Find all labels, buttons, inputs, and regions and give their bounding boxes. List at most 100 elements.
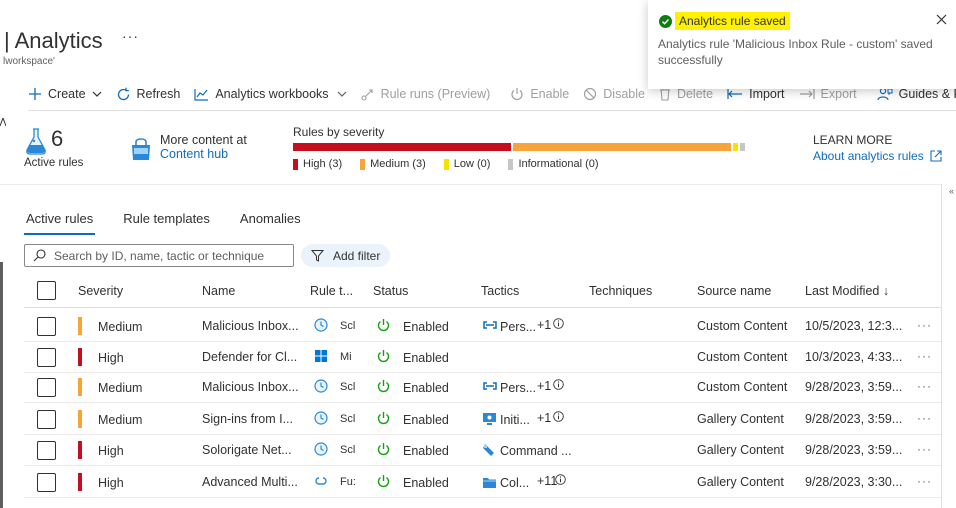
power-icon [377, 318, 390, 335]
severity-chart-title: Rules by severity [293, 125, 385, 139]
table-row[interactable]: Medium Malicious Inbox... Scl Enabled Pers..… [24, 311, 941, 342]
table-row[interactable]: High Defender for Cl... Mi Enabled Custom Co… [24, 342, 941, 373]
learn-more-label: LEARN MORE [813, 133, 893, 147]
row-checkbox[interactable] [37, 441, 56, 460]
tab-rule-templates[interactable]: Rule templates [121, 211, 212, 235]
collapse-caret-icon[interactable] [0, 118, 6, 126]
row-checkbox[interactable] [37, 378, 56, 397]
extra-tactics-count[interactable]: +1 [537, 318, 551, 332]
extra-tactics-count[interactable]: +1 [537, 379, 551, 393]
info-icon[interactable] [553, 411, 564, 425]
row-more-actions-button[interactable]: ··· [917, 474, 932, 488]
column-severity[interactable]: Severity [78, 284, 123, 298]
expand-panel-icon[interactable]: « [949, 186, 954, 196]
power-icon [377, 411, 390, 428]
legend-swatch [293, 158, 298, 170]
info-icon[interactable] [553, 379, 564, 393]
column-status[interactable]: Status [373, 284, 408, 298]
summary-divider [0, 184, 942, 185]
severity-cell: High [98, 476, 124, 490]
info-icon[interactable] [555, 474, 566, 488]
severity-bar-segment [733, 143, 738, 151]
search-input[interactable]: Search by ID, name, tactic or technique [54, 249, 264, 263]
filter-icon [311, 250, 324, 262]
content-hub-link[interactable]: More content at Content hub [160, 133, 247, 161]
rule-type-cell: Scl [340, 381, 356, 393]
last-modified-cell: 9/28/2023, 3:59... [805, 412, 903, 426]
guides-feedback-button[interactable]: Guides & Feedb [877, 87, 956, 101]
fusion-icon [314, 474, 328, 491]
row-more-actions-button[interactable]: ··· [917, 318, 932, 332]
power-icon [377, 379, 390, 396]
table-header: Severity Name Rule t... Status Tactics T… [24, 278, 941, 308]
table-row[interactable]: Medium Sign-ins from I... Scl Enabled Initi.… [24, 404, 941, 435]
row-checkbox[interactable] [37, 317, 56, 336]
select-all-checkbox[interactable] [37, 281, 56, 300]
column-tactics[interactable]: Tactics [481, 284, 519, 298]
row-checkbox[interactable] [37, 473, 56, 492]
row-more-actions-button[interactable]: ··· [917, 411, 932, 425]
info-icon[interactable] [553, 318, 564, 332]
row-checkbox[interactable] [37, 348, 56, 367]
source-name-cell: Gallery Content [697, 412, 784, 426]
row-more-actions-button[interactable]: ··· [917, 442, 932, 456]
rule-name-cell[interactable]: Malicious Inbox... [202, 380, 299, 394]
severity-cell: High [98, 444, 124, 458]
severity-cell: Medium [98, 320, 143, 334]
severity-legend-item: High (3) [293, 158, 342, 170]
import-button[interactable]: Import [727, 87, 785, 101]
block-icon [584, 87, 597, 101]
rule-name-cell[interactable]: Solorigate Net... [202, 443, 292, 457]
disable-button[interactable]: Disable [583, 87, 645, 101]
people-feedback-icon [877, 87, 893, 101]
search-box[interactable]: Search by ID, name, tactic or technique [24, 244, 294, 267]
export-button[interactable]: Export [799, 87, 857, 101]
table-row[interactable]: Medium Malicious Inbox... Scl Enabled Pers..… [24, 372, 941, 403]
column-last-modified[interactable]: Last Modified ↓ [805, 284, 889, 298]
left-panel-edge [0, 262, 3, 508]
create-button[interactable]: Create [28, 87, 102, 101]
open-external-icon [930, 150, 942, 162]
tab-active-rules[interactable]: Active rules [24, 211, 96, 235]
tab-anomalies[interactable]: Anomalies [238, 211, 303, 235]
clock-icon [314, 411, 328, 428]
flask-icon [26, 128, 46, 155]
import-label: Import [749, 87, 785, 101]
close-icon[interactable] [936, 14, 947, 25]
column-techniques[interactable]: Techniques [589, 284, 652, 298]
table-row[interactable]: High Advanced Multi... Fu: Enabled Col... +11… [24, 467, 941, 498]
rule-name-cell[interactable]: Sign-ins from I... [202, 412, 293, 426]
rule-runs-button[interactable]: Rule runs (Preview) [361, 87, 491, 101]
severity-indicator [78, 348, 82, 366]
rule-runs-label: Rule runs (Preview) [380, 87, 491, 101]
analytics-workbooks-button[interactable]: Analytics workbooks [194, 87, 346, 101]
power-icon [377, 349, 390, 366]
rule-name-cell[interactable]: Advanced Multi... [202, 475, 298, 489]
chevron-down-icon [92, 91, 101, 97]
severity-bar [293, 143, 745, 151]
more-options-button[interactable]: ··· [122, 28, 139, 44]
row-more-actions-button[interactable]: ··· [917, 379, 932, 393]
extra-tactics-count[interactable]: +1 [537, 411, 551, 425]
page-subtitle: lworkspace' [3, 56, 55, 67]
legend-swatch [360, 158, 366, 170]
status-cell: Enabled [403, 476, 449, 490]
row-more-actions-button[interactable]: ··· [917, 349, 932, 363]
about-analytics-rules-link[interactable]: About analytics rules [813, 149, 942, 163]
column-source-name[interactable]: Source name [697, 284, 771, 298]
column-name[interactable]: Name [202, 284, 235, 298]
rule-type-cell: Mi [340, 351, 352, 363]
rule-name-cell[interactable]: Malicious Inbox... [202, 319, 299, 333]
rule-type-cell: Scl [340, 320, 356, 332]
status-cell: Enabled [403, 381, 449, 395]
persistence-icon [482, 380, 498, 395]
row-checkbox[interactable] [37, 410, 56, 429]
enable-button[interactable]: Enable [510, 87, 569, 101]
delete-button[interactable]: Delete [659, 87, 713, 101]
column-rule-type[interactable]: Rule t... [310, 284, 353, 298]
add-filter-button[interactable]: Add filter [301, 244, 390, 267]
severity-bar-segment [513, 143, 731, 151]
table-row[interactable]: High Solorigate Net... Scl Enabled Command .… [24, 435, 941, 466]
refresh-button[interactable]: Refresh [116, 87, 180, 102]
rule-name-cell[interactable]: Defender for Cl... [202, 350, 297, 364]
